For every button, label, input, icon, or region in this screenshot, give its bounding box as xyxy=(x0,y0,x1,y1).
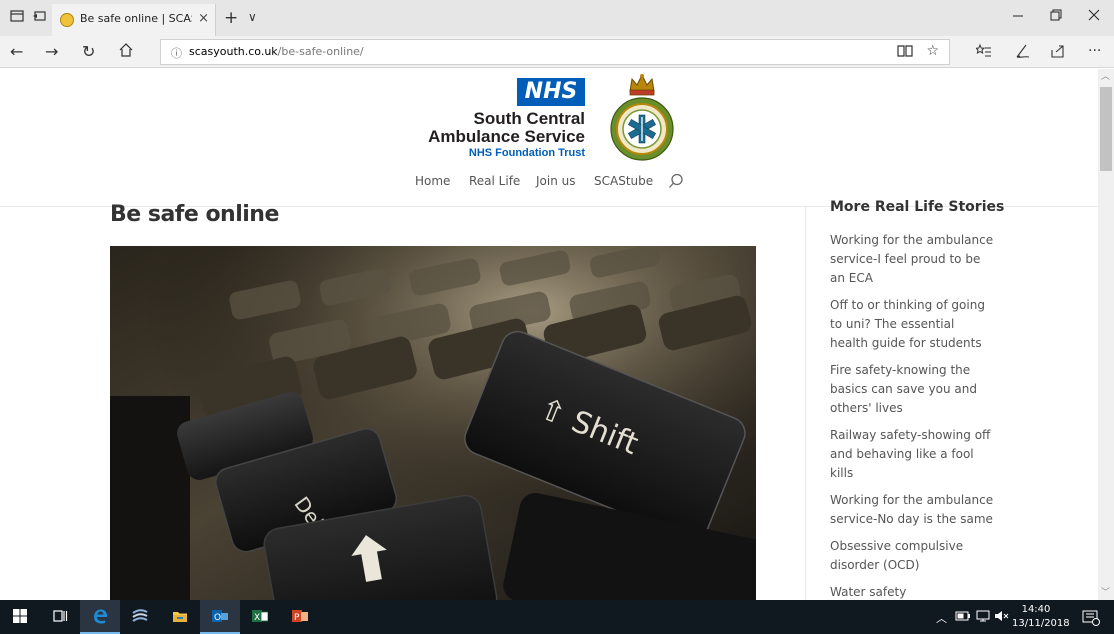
address-toolbar: ← → ↻ ⓘ scasyouth.co.uk/be-safe-online/ … xyxy=(0,36,1114,68)
task-view-icon xyxy=(53,610,68,622)
svg-text:X: X xyxy=(254,613,260,623)
site-favicon-icon xyxy=(60,13,74,27)
favorites-hub-icon[interactable] xyxy=(974,43,992,63)
windows-taskbar: O X P ︿ 14:40 13/11/2018 xyxy=(0,600,1114,634)
app-stripes-icon xyxy=(132,609,148,622)
share-icon[interactable] xyxy=(1050,43,1066,63)
taskbar-app[interactable] xyxy=(120,600,160,634)
task-view-button[interactable] xyxy=(40,600,80,634)
back-icon[interactable]: ← xyxy=(10,42,23,61)
taskbar-file-explorer[interactable] xyxy=(160,600,200,634)
refresh-icon[interactable]: ↻ xyxy=(82,42,95,61)
ambulance-crest-logo xyxy=(610,73,674,161)
site-header: NHS South Central Ambulance Service NHS … xyxy=(0,69,1098,207)
windows-logo-icon xyxy=(13,609,27,623)
story-link[interactable]: Working for the ambulance service-No day… xyxy=(830,491,995,529)
web-note-pen-icon[interactable] xyxy=(1014,43,1030,63)
network-icon[interactable] xyxy=(975,610,991,625)
set-tabs-aside-icon[interactable] xyxy=(30,9,48,27)
volume-icon[interactable] xyxy=(994,610,1010,625)
story-link[interactable]: Railway safety-showing off and behaving … xyxy=(830,426,995,483)
favorite-star-icon[interactable]: ☆ xyxy=(926,43,939,59)
excel-icon: X xyxy=(252,610,268,623)
outlook-icon: O xyxy=(212,610,228,623)
sidebar-title: More Real Life Stories xyxy=(830,199,1005,215)
clock-time: 14:40 xyxy=(1021,604,1051,615)
forward-icon[interactable]: → xyxy=(45,42,58,61)
article-title: Be safe online xyxy=(110,202,279,227)
action-center-icon[interactable] xyxy=(1082,610,1100,629)
powerpoint-icon: P xyxy=(292,610,308,623)
org-name-line3: NHS Foundation Trust xyxy=(468,147,585,159)
restore-icon[interactable] xyxy=(1050,8,1062,26)
home-icon[interactable] xyxy=(118,42,134,62)
browser-titlebar: Be safe online | SCAS Yc × + ∨ xyxy=(0,0,1114,36)
close-window-icon[interactable] xyxy=(1088,8,1100,26)
story-link[interactable]: Off to or thinking of going to uni? The … xyxy=(830,296,995,353)
folder-icon xyxy=(173,612,187,622)
nav-item-real-life[interactable]: Real Life xyxy=(469,174,520,188)
svg-text:O: O xyxy=(214,613,221,623)
story-link[interactable]: Water safety xyxy=(830,583,995,600)
show-hidden-icons-icon[interactable]: ︿ xyxy=(936,610,947,626)
taskbar-edge[interactable] xyxy=(80,600,120,634)
nav-item-scastube[interactable]: SCAStube xyxy=(594,174,653,188)
page-scrollbar[interactable]: ︿ ﹀ xyxy=(1098,69,1114,600)
reading-view-icon[interactable] xyxy=(897,43,913,63)
svg-text:P: P xyxy=(294,613,300,623)
story-link[interactable]: Working for the ambulance service-I feel… xyxy=(830,231,995,288)
scroll-down-icon[interactable]: ﹀ xyxy=(1101,585,1110,598)
org-name-line2: Ambulance Service xyxy=(428,127,585,146)
search-icon[interactable] xyxy=(668,173,684,189)
keyboard-hero-image: Del ⇧ Shift xyxy=(110,246,756,600)
system-clock[interactable]: 14:40 13/11/2018 xyxy=(1012,603,1070,631)
sidebar: More Real Life Stories Working for the a… xyxy=(805,199,1005,600)
close-tab-icon[interactable]: × xyxy=(198,11,209,26)
org-name-line1: South Central xyxy=(473,109,585,128)
more-options-icon[interactable]: ··· xyxy=(1088,43,1101,59)
taskbar-outlook[interactable]: O xyxy=(200,600,240,634)
screen: Be safe online | SCAS Yc × + ∨ ← → ↻ ⓘ s… xyxy=(0,0,1114,634)
web-page: NHS South Central Ambulance Service NHS … xyxy=(0,69,1098,600)
tab-title: Be safe online | SCAS Yc xyxy=(80,12,192,25)
clock-date: 13/11/2018 xyxy=(1012,618,1070,629)
tab-active[interactable]: Be safe online | SCAS Yc × xyxy=(52,4,216,36)
story-link[interactable]: Fire safety-knowing the basics can save … xyxy=(830,361,995,418)
new-tab-button[interactable]: + xyxy=(224,8,238,28)
story-list: Working for the ambulance service-I feel… xyxy=(830,231,995,600)
nhs-logo[interactable]: NHS xyxy=(517,78,585,106)
minimize-icon[interactable] xyxy=(1012,8,1024,26)
address-bar[interactable]: ⓘ scasyouth.co.uk/be-safe-online/ ☆ xyxy=(160,39,950,65)
scroll-up-icon[interactable]: ︿ xyxy=(1101,69,1110,82)
story-link[interactable]: Obsessive compulsive disorder (OCD) xyxy=(830,537,995,575)
url-text: scasyouth.co.uk/be-safe-online/ xyxy=(189,45,364,58)
battery-icon[interactable] xyxy=(955,610,971,625)
taskbar-powerpoint[interactable]: P xyxy=(280,600,320,634)
taskbar-excel[interactable]: X xyxy=(240,600,280,634)
nav-item-join-us[interactable]: Join us xyxy=(536,174,576,188)
scroll-thumb[interactable] xyxy=(1100,87,1112,171)
site-info-icon[interactable]: ⓘ xyxy=(171,45,182,61)
edge-browser-icon xyxy=(94,609,108,624)
tab-actions-icon[interactable] xyxy=(8,9,26,27)
start-button[interactable] xyxy=(0,600,40,634)
tab-preview-toggle-icon[interactable]: ∨ xyxy=(248,10,257,24)
main-nav: Home Real Life Join us SCAStube xyxy=(0,173,1098,194)
nav-item-home[interactable]: Home xyxy=(415,174,450,188)
